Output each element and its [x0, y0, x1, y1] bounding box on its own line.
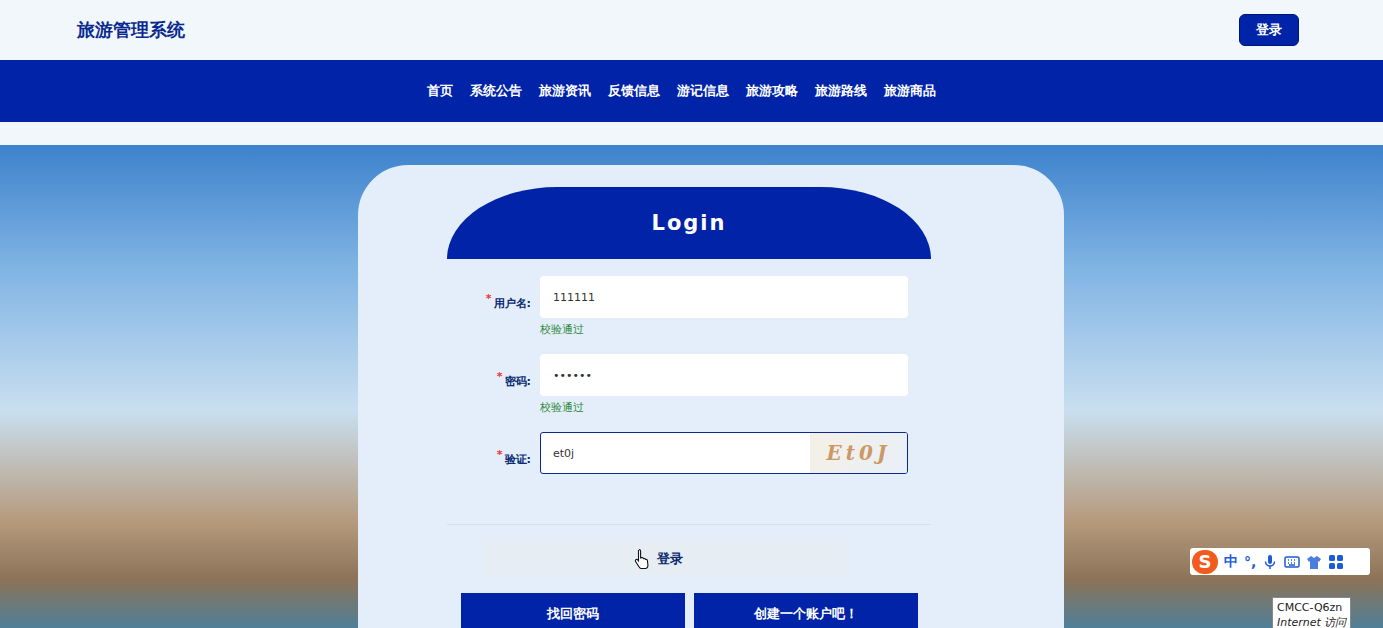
submit-button[interactable]: 登录: [484, 542, 848, 575]
network-tooltip: CMCC-Q6znInternet 访问: [1272, 597, 1351, 628]
required-mark: *: [497, 448, 503, 461]
nav-item[interactable]: 反馈信息: [608, 82, 660, 100]
label-text: 验证:: [505, 453, 531, 466]
nav-item[interactable]: 旅游攻略: [746, 82, 798, 100]
form-row: *验证: Et0J: [447, 432, 931, 499]
grid-icon: [1328, 554, 1344, 570]
nav-item[interactable]: 首页: [427, 82, 453, 100]
input-field: [540, 276, 908, 318]
background-photo: Login*用户名:校验通过*密码:校验通过*验证:Et0J登录找回密码创建一个…: [0, 145, 1383, 628]
action-buttons: 找回密码创建一个账户吧！: [461, 593, 931, 628]
form-row: *密码: 校验通过: [447, 354, 931, 421]
field-column: Et0J: [540, 432, 908, 499]
required-mark: *: [486, 292, 492, 305]
field-label: *用户名:: [447, 276, 531, 311]
nav-bar: 首页系统公告旅游资讯反馈信息游记信息旅游攻略旅游路线旅游商品: [0, 60, 1383, 122]
nav-item[interactable]: 旅游资讯: [539, 82, 591, 100]
field-label: *验证:: [447, 432, 531, 467]
validation-hint: 校验通过: [540, 396, 908, 421]
shirt-icon: [1306, 554, 1322, 570]
nav-item[interactable]: 旅游商品: [884, 82, 936, 100]
label-text: 密码:: [505, 375, 531, 388]
ime-item[interactable]: °,: [1244, 554, 1256, 570]
field-column: 校验通过: [540, 276, 908, 343]
nav-item[interactable]: 游记信息: [677, 82, 729, 100]
ime-item[interactable]: 中: [1224, 553, 1238, 571]
ime-toolbar: S中 °,: [1190, 548, 1370, 575]
text-input[interactable]: [541, 433, 810, 473]
tooltip-line: CMCC-Q6zn: [1277, 600, 1346, 615]
label-text: 用户名:: [494, 297, 531, 310]
tooltip-line: Internet 访问: [1277, 615, 1346, 628]
field-column: 校验通过: [540, 354, 908, 421]
divider: [447, 524, 931, 525]
nav-item[interactable]: 旅游路线: [815, 82, 867, 100]
login-inner: Login*用户名:校验通过*密码:校验通过*验证:Et0J登录找回密码创建一个…: [447, 187, 931, 628]
spacer: [0, 122, 1383, 145]
login-form: *用户名:校验通过*密码:校验通过*验证:Et0J: [447, 259, 931, 499]
keyboard-icon: [1284, 554, 1300, 570]
required-mark: *: [497, 370, 503, 383]
nav-item[interactable]: 系统公告: [470, 82, 522, 100]
validation-hint: [540, 474, 908, 499]
field-label: *密码:: [447, 354, 531, 389]
text-input[interactable]: [541, 277, 907, 317]
microphone-icon: [1262, 554, 1278, 570]
login-title: Login: [447, 187, 931, 259]
row-gap: [447, 343, 931, 354]
cursor-icon: [633, 548, 651, 570]
row-gap: [447, 421, 931, 432]
ime-logo[interactable]: S: [1192, 550, 1218, 574]
text-input[interactable]: [541, 355, 907, 395]
form-row: *用户名: 校验通过: [447, 276, 931, 343]
captcha-image[interactable]: Et0J: [810, 433, 907, 473]
site-title: 旅游管理系统: [77, 18, 185, 42]
top-header: 旅游管理系统 登录: [0, 0, 1383, 60]
submit-label: 登录: [657, 550, 683, 568]
validation-hint: 校验通过: [540, 318, 908, 343]
login-card: Login*用户名:校验通过*密码:校验通过*验证:Et0J登录找回密码创建一个…: [358, 165, 1064, 628]
forgot-password-button[interactable]: 找回密码: [461, 593, 685, 628]
register-button[interactable]: 创建一个账户吧！: [694, 593, 918, 628]
header-login-button[interactable]: 登录: [1239, 14, 1299, 46]
input-field: [540, 354, 908, 396]
input-field: Et0J: [540, 432, 908, 474]
